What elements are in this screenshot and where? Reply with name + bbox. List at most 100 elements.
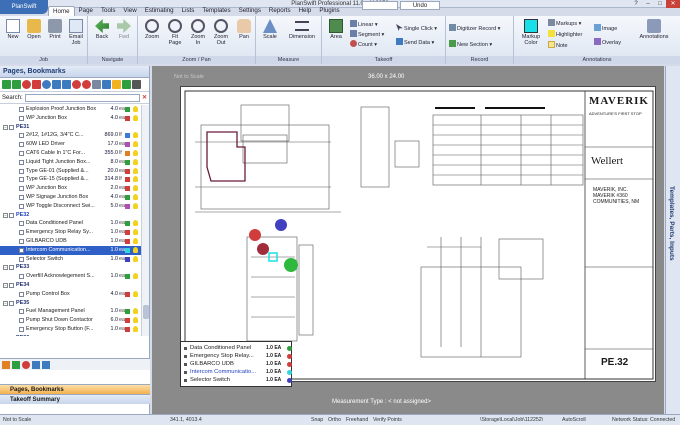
freehand-toggle[interactable]: Freehand	[346, 415, 368, 425]
highlighter-button[interactable]: Highlighter	[548, 30, 582, 39]
item-checkbox[interactable]	[9, 300, 14, 306]
color-swatch[interactable]	[125, 133, 130, 139]
tree-item[interactable]: Emergency Stop Relay Sy... 1.0 ea	[0, 228, 141, 237]
item-checkbox[interactable]	[19, 291, 24, 297]
expand-toggle-icon[interactable]: −	[3, 265, 8, 271]
tree-page[interactable]: − PE31	[0, 123, 141, 132]
menu-page[interactable]: Page	[75, 6, 97, 16]
tree-item[interactable]: GILBARCO UDB 1.0 ea	[0, 237, 141, 246]
stop-icon[interactable]	[72, 80, 81, 89]
tree-item[interactable]: Pump Control Box 4.0 ea	[0, 290, 141, 299]
tree-page[interactable]: − PE33	[0, 263, 141, 272]
single-click-button[interactable]: Single Click ▾	[396, 24, 437, 33]
item-checkbox[interactable]	[19, 203, 24, 209]
item-checkbox[interactable]	[19, 107, 24, 112]
delete-icon[interactable]	[22, 80, 31, 89]
overlay-button[interactable]: Overlay	[594, 38, 621, 47]
menu-plugins[interactable]: Plugins	[315, 6, 343, 16]
color-swatch[interactable]	[125, 291, 130, 297]
color-swatch[interactable]	[125, 150, 130, 156]
verify-points-toggle[interactable]: Verify Points	[373, 415, 402, 425]
move-up-icon[interactable]	[52, 80, 61, 89]
help-icon[interactable]: ?	[630, 0, 642, 8]
tree-page[interactable]: − PE34	[0, 281, 141, 290]
markup-color-button[interactable]: Markup Color	[518, 19, 544, 46]
digitizer-record-button[interactable]: Digitizer Record ▾	[449, 24, 500, 33]
lightbulb-icon[interactable]	[133, 176, 138, 183]
pan-button[interactable]: Pan	[234, 19, 254, 40]
tree-item[interactable]: CAT6 Cable In 1"C For... 355.0 lf	[0, 149, 141, 158]
lightbulb-icon[interactable]	[133, 106, 138, 112]
item-checkbox[interactable]	[19, 274, 24, 280]
color-swatch[interactable]	[125, 326, 130, 332]
color-swatch[interactable]	[125, 177, 130, 183]
color-swatch[interactable]	[125, 247, 130, 253]
tree-page[interactable]: −PE36	[0, 334, 141, 336]
item-checkbox[interactable]	[19, 309, 24, 315]
lightbulb-icon[interactable]	[133, 273, 138, 280]
color-swatch[interactable]	[125, 107, 130, 112]
lightbulb-icon[interactable]	[133, 141, 138, 148]
color-swatch[interactable]	[125, 318, 130, 324]
menu-reports[interactable]: Reports	[265, 6, 295, 16]
tree-item[interactable]: Overfill Acknowlegement S... 1.0 ea	[0, 272, 141, 281]
zoom-button[interactable]: Zoom	[142, 19, 162, 40]
note-button[interactable]: Note	[548, 41, 568, 50]
tree-item[interactable]: Explosion Proof Junction Box 4.0 ea	[0, 105, 141, 114]
quick-access-input[interactable]	[362, 1, 398, 10]
tree-item[interactable]: Intercom Communication... 1.0 ea	[0, 245, 141, 255]
color-swatch[interactable]	[125, 309, 130, 315]
item-checkbox[interactable]	[19, 159, 24, 165]
move-down-icon[interactable]	[62, 80, 71, 89]
item-checkbox[interactable]	[19, 133, 24, 139]
area-button[interactable]: Area	[326, 19, 346, 40]
scale-button[interactable]: Scale	[260, 19, 280, 40]
tree-item[interactable]: Emergency Stop Button (F... 1.0 ea	[0, 325, 141, 334]
menu-home[interactable]: Home	[48, 5, 75, 17]
image-icon[interactable]	[102, 80, 111, 89]
tree-item[interactable]: Data Conditioned Panel 1.0 ea	[0, 219, 141, 228]
item-checkbox[interactable]	[19, 115, 24, 121]
refresh-icon[interactable]	[42, 80, 51, 89]
expand-toggle-icon[interactable]: −	[3, 282, 8, 288]
lightbulb-icon[interactable]	[133, 325, 138, 332]
filter-icon[interactable]	[132, 80, 141, 89]
clear-search-icon[interactable]: ✕	[142, 94, 147, 101]
expand-toggle-icon[interactable]: −	[3, 212, 8, 218]
add-page-icon[interactable]	[2, 80, 11, 89]
lightbulb-icon[interactable]	[133, 193, 138, 200]
item-checkbox[interactable]	[19, 186, 24, 192]
open-button[interactable]: Open	[24, 19, 44, 40]
expand-toggle-icon[interactable]: −	[3, 124, 8, 130]
snap-toggle[interactable]: Snap	[311, 415, 323, 425]
item-checkbox[interactable]	[19, 318, 24, 324]
color-swatch[interactable]	[125, 256, 130, 262]
new-section-button[interactable]: New Section ▾	[449, 40, 492, 49]
color-swatch[interactable]	[125, 203, 130, 209]
item-checkbox[interactable]	[19, 168, 24, 174]
menu-tools[interactable]: Tools	[97, 6, 119, 16]
plus-icon[interactable]	[12, 361, 20, 369]
planswift-menu-button[interactable]: PlanSwift	[0, 0, 48, 14]
lightbulb-icon[interactable]	[133, 158, 138, 165]
close-icon[interactable]: ✕	[666, 0, 680, 8]
tree-item[interactable]: Pump Shut Down Contactor 6.0 ea	[0, 316, 141, 325]
color-swatch[interactable]	[125, 194, 130, 200]
item-checkbox[interactable]	[19, 194, 24, 200]
delete-icon[interactable]	[22, 361, 30, 369]
item-checkbox[interactable]	[19, 221, 24, 227]
annotations-button[interactable]: Annotations	[634, 19, 674, 40]
tree-item[interactable]: WP Toggle Disconnect Swi... 5.0 ea	[0, 202, 141, 211]
zoom-in-button[interactable]: Zoom In	[188, 19, 208, 46]
color-swatch[interactable]	[125, 221, 130, 227]
tree-page[interactable]: − PE35	[0, 299, 141, 308]
lightbulb-icon[interactable]	[133, 114, 138, 121]
segment-button[interactable]: Segment ▾	[350, 30, 384, 39]
lightbulb-icon[interactable]	[133, 317, 138, 324]
count-button[interactable]: Count ▾	[350, 40, 377, 49]
drawing-sheet[interactable]: MAVERIK ADVENTURE'S FIRST STOP Wellert M…	[180, 86, 656, 382]
image-button[interactable]: Image	[594, 24, 617, 33]
item-checkbox[interactable]	[19, 150, 24, 156]
lightbulb-icon[interactable]	[133, 202, 138, 209]
add-item-icon[interactable]	[12, 80, 21, 89]
